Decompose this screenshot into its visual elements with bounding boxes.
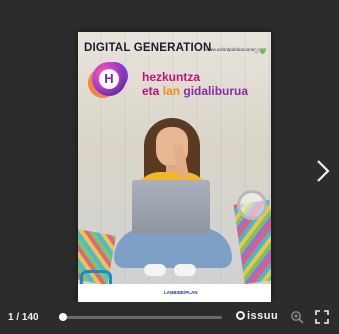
footer-logo-mid: LANBIDE/PLAN xyxy=(164,290,198,295)
cover-header: DIGITAL GENERATION xyxy=(84,42,212,54)
chevron-right-icon[interactable] xyxy=(314,158,332,184)
title-word-gidaliburua: gidaliburua xyxy=(183,84,249,98)
document-viewer: DIGITAL GENERATION www.oxfordpublicacion… xyxy=(0,0,339,334)
cover-title-line2: eta lan gidaliburua xyxy=(142,84,248,98)
zoom-in-icon[interactable] xyxy=(290,310,304,324)
magnifier-prop xyxy=(237,190,267,220)
magazine-cover-page[interactable]: DIGITAL GENERATION www.oxfordpublicacion… xyxy=(78,32,271,303)
cover-badges xyxy=(253,41,265,59)
shoe-right xyxy=(174,264,196,276)
title-word-lan: lan xyxy=(162,84,181,98)
brand-label: issuu xyxy=(247,310,279,322)
progress-slider-knob[interactable] xyxy=(59,313,67,321)
issuu-brand[interactable]: issuu xyxy=(236,310,278,322)
page-counter: 1 / 140 xyxy=(8,312,39,323)
badge-dot xyxy=(254,49,259,54)
h-badge-letter: H xyxy=(99,69,119,89)
laptop-image xyxy=(132,180,210,234)
cover-title-line1: hezkuntza xyxy=(142,70,201,84)
fullscreen-icon[interactable] xyxy=(315,310,329,324)
progress-slider-track[interactable] xyxy=(64,316,222,319)
girl-jeans xyxy=(114,228,232,268)
issuu-logo-icon xyxy=(236,311,245,320)
badge-dot xyxy=(260,49,265,54)
title-word-eta: eta xyxy=(142,84,160,98)
shoe-left xyxy=(144,264,166,276)
